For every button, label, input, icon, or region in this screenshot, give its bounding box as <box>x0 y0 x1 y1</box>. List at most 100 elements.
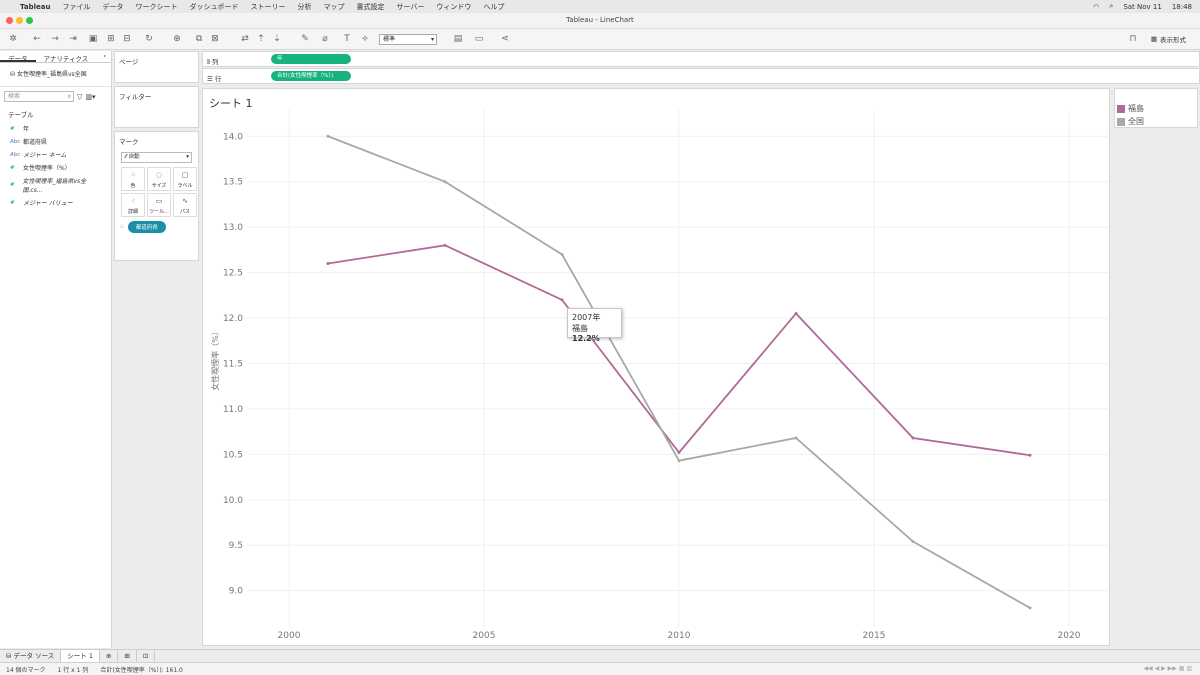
new-worksheet-icon[interactable]: ⊕ <box>100 649 119 663</box>
menu-worksheet[interactable]: ワークシート <box>135 2 177 12</box>
duplicate-sheet-icon[interactable]: ⧉ <box>194 34 204 44</box>
menu-server[interactable]: サーバー <box>396 2 424 12</box>
data-point[interactable] <box>911 540 915 544</box>
data-point[interactable] <box>911 436 915 440</box>
prefecture-color-pill[interactable]: 都道府県 <box>127 221 166 233</box>
new-story-icon[interactable]: ⊡ <box>137 649 156 663</box>
data-point[interactable] <box>326 134 330 138</box>
menu-analysis[interactable]: 分析 <box>297 2 311 12</box>
legend-item-fukushima[interactable]: 福島 <box>1117 103 1197 114</box>
tab-analytics[interactable]: アナリティクス <box>36 51 97 63</box>
data-point[interactable] <box>1028 606 1032 610</box>
line-chart[interactable]: 9.0 9.5 10.0 10.5 11.0 11.5 12.0 12.5 13.0 13.5 14… <box>203 89 1111 647</box>
y-tick-label: 9.5 <box>229 541 243 551</box>
clear-sheet-icon[interactable]: ⊠ <box>210 34 220 44</box>
collapse-pane-icon[interactable]: ‹ <box>98 51 111 62</box>
data-point[interactable] <box>677 459 681 463</box>
field-smoking-rate[interactable]: # 女性喫煙率（%） <box>0 161 111 174</box>
tables-section-title: テーブル <box>8 111 34 119</box>
field-label: 年 <box>23 126 30 133</box>
field-record-count[interactable]: # 女性喫煙率_福島県vs全国.cs... <box>0 174 111 196</box>
menubar-time: 18:48 <box>1171 2 1192 11</box>
y-axis-label: 女性喫煙率（%） <box>210 327 220 391</box>
new-sheet-icon[interactable]: ⊕ <box>172 34 182 44</box>
data-point[interactable] <box>443 180 447 184</box>
size-icon: ◌ <box>155 171 163 179</box>
data-point[interactable] <box>794 436 798 440</box>
tab-data[interactable]: データ <box>0 51 36 63</box>
forward-icon[interactable]: → <box>50 34 60 44</box>
group-icon[interactable]: ⌀ <box>320 34 330 44</box>
data-point[interactable] <box>794 311 798 315</box>
year-column-pill[interactable]: 年 <box>271 54 351 64</box>
highlight-icon[interactable]: ✎ <box>300 34 310 44</box>
new-datasource-icon[interactable]: ⊞ <box>106 34 116 44</box>
marks-card-title: マーク <box>119 138 139 146</box>
field-prefecture[interactable]: Abc 都道府県 <box>0 135 111 148</box>
path-label: パス <box>179 209 190 215</box>
pause-updates-icon[interactable]: ⊟ <box>122 34 132 44</box>
presentation-mode-icon[interactable]: ▭ <box>474 34 484 44</box>
path-button[interactable]: ∿ パス <box>173 193 197 217</box>
field-measure-values[interactable]: # メジャー バリュー <box>0 196 111 209</box>
wifi-icon[interactable]: ◠ <box>1093 3 1099 11</box>
datasource-tab[interactable]: ⛁ データ ソース <box>0 649 62 663</box>
cards-column: ページ フィルター マーク ⁄⁄ 自動 ⁘色 ◌ サイズ ▢ラベル ⁖詳細 ▭ツー… <box>114 51 199 648</box>
menu-app[interactable]: Tableau <box>20 3 50 11</box>
tooltip-button[interactable]: ▭ ツール... <box>147 193 171 217</box>
pages-card[interactable]: ページ <box>114 51 199 83</box>
fix-axes-icon[interactable]: ⟡ <box>360 34 370 44</box>
data-point[interactable] <box>443 243 447 247</box>
back-icon[interactable]: ← <box>32 34 42 44</box>
search-icon[interactable]: ⌕ <box>1109 2 1113 11</box>
data-point[interactable] <box>677 451 681 455</box>
data-point[interactable] <box>1028 453 1032 457</box>
menu-story[interactable]: ストーリー <box>250 2 285 12</box>
share-icon[interactable]: ⋖ <box>500 34 510 44</box>
fit-select[interactable]: 標準 <box>379 34 437 45</box>
filters-card[interactable]: フィルター <box>114 86 199 128</box>
save-icon[interactable]: ▣ <box>88 34 98 44</box>
columns-shelf-label: ⦀ 列 <box>207 56 218 67</box>
sort-desc-icon[interactable]: ⇣ <box>272 34 282 44</box>
menu-window[interactable]: ウィンドウ <box>436 2 471 12</box>
tableau-logo-icon[interactable]: ✲ <box>8 34 18 44</box>
show-me-button[interactable]: ▦ 表示形式 <box>1151 34 1186 44</box>
size-button[interactable]: ◌ サイズ <box>147 167 171 191</box>
swap-icon[interactable]: ⇄ <box>240 34 250 44</box>
filter-icon[interactable]: ▽ <box>77 93 82 101</box>
detail-button[interactable]: ⁖ 詳細 <box>121 193 145 217</box>
menu-help[interactable]: ヘルプ <box>483 2 504 12</box>
mark-type-select[interactable]: ⁄⁄ 自動 <box>121 152 192 163</box>
label-button[interactable]: ▢ ラベル <box>173 167 197 191</box>
data-point[interactable] <box>560 252 564 256</box>
legend-item-national[interactable]: 全国 <box>1117 116 1197 127</box>
field-year[interactable]: # 年 <box>0 122 111 135</box>
menu-map[interactable]: マップ <box>323 2 344 12</box>
view-options-icon[interactable]: ▥▾ <box>85 93 95 101</box>
datasource-item[interactable]: ⛁ 女性喫煙率_福島県vs全国 <box>0 63 111 87</box>
sheet-navigation-icon[interactable]: ◀◀ ◀ ▶ ▶▶ ▦ ▥ <box>1143 665 1192 672</box>
show-cards-icon[interactable]: ▤ <box>453 34 463 44</box>
menu-data[interactable]: データ <box>102 2 123 12</box>
field-measure-names[interactable]: Abc メジャー ネーム <box>0 148 111 161</box>
smoking-rate-row-pill[interactable]: 合計(女性喫煙率（%）) <box>271 71 351 81</box>
redo-icon[interactable]: ⇥ <box>68 34 78 44</box>
menu-file[interactable]: ファイル <box>62 2 90 12</box>
menu-format[interactable]: 書式設定 <box>356 2 384 12</box>
color-mark-icon: ⁘ <box>119 223 125 231</box>
search-input[interactable]: 検索 ⌕ <box>4 91 74 102</box>
x-tick-label: 2010 <box>668 631 691 641</box>
data-point[interactable] <box>326 261 330 265</box>
menu-dashboard[interactable]: ダッシュボード <box>189 2 238 12</box>
data-point[interactable] <box>560 298 564 302</box>
pin-icon[interactable]: ⊓ <box>1128 34 1138 44</box>
new-dashboard-icon[interactable]: ⊞ <box>118 649 137 663</box>
size-label: サイズ <box>151 183 167 189</box>
sheet-tab[interactable]: シート 1 <box>61 649 100 663</box>
label-icon[interactable]: T <box>342 34 352 44</box>
sort-asc-icon[interactable]: ⇡ <box>256 34 266 44</box>
color-button[interactable]: ⁘ 色 <box>121 167 145 191</box>
refresh-icon[interactable]: ↻ <box>144 34 154 44</box>
datasource-icon: ⛁ <box>10 71 17 78</box>
